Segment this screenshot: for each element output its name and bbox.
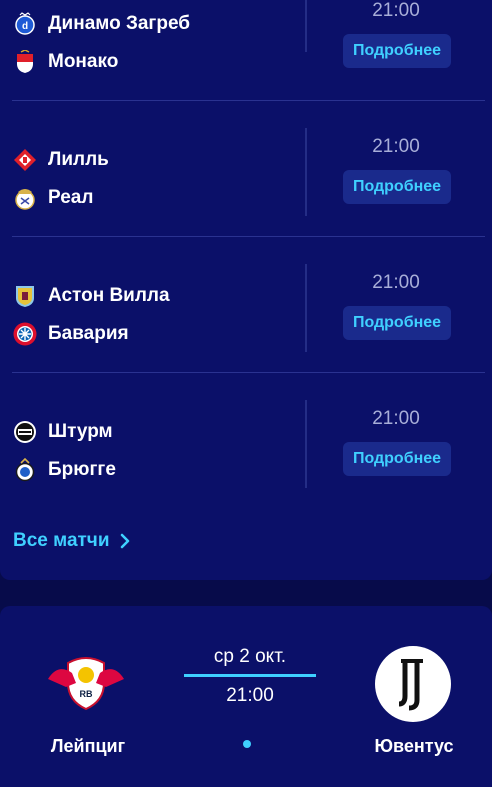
svg-text:RB: RB	[80, 689, 93, 699]
team-name: Штурм	[48, 421, 113, 442]
details-button[interactable]: Подробнее	[343, 34, 451, 68]
match-separator	[305, 128, 307, 216]
featured-match-card[interactable]: RB Лейпциг ср 2 окт. 21:00 Ювентус	[0, 606, 492, 787]
lille-logo-icon	[13, 148, 37, 172]
monaco-logo-icon	[13, 50, 37, 74]
team-name: Брюгге	[48, 459, 116, 480]
details-button[interactable]: Подробнее	[343, 306, 451, 340]
team-name: Динамо Загреб	[48, 13, 190, 34]
match-separator	[305, 400, 307, 488]
date-underline	[184, 674, 316, 677]
match-row-aston-villa-bayern[interactable]: Астон Вилла Бавария 21:00 Подробнее	[0, 236, 492, 372]
match-row-sturm-brugge[interactable]: Штурм Брюгге 21:00 Подробнее	[0, 372, 492, 508]
team-home: Астон Вилла	[13, 283, 170, 309]
match-row-lille-real[interactable]: Лилль Реал 21:00 Подробнее	[0, 100, 492, 236]
team-name: Бавария	[48, 323, 129, 344]
matches-card: d Динамо Загреб Монако 21:00 Подробнее Л…	[0, 0, 492, 580]
chevron-right-icon	[120, 533, 129, 549]
featured-date: ср 2 окт.	[213, 646, 287, 667]
real-madrid-logo-icon	[13, 186, 37, 210]
match-separator	[305, 264, 307, 352]
team-away: Бавария	[13, 321, 129, 347]
club-brugge-logo-icon	[13, 458, 37, 482]
team-home: Лилль	[13, 147, 109, 173]
leipzig-logo-icon: RB	[46, 653, 126, 716]
team-home: Штурм	[13, 419, 113, 445]
aston-villa-logo-icon	[13, 284, 37, 308]
featured-time: 21:00	[226, 685, 274, 706]
team-name: Реал	[48, 187, 94, 208]
team-home: d Динамо Загреб	[13, 11, 190, 37]
match-time: 21:00	[372, 0, 420, 21]
details-button[interactable]: Подробнее	[343, 170, 451, 204]
all-matches-link[interactable]: Все матчи	[13, 530, 130, 552]
team-away: Монако	[13, 49, 118, 75]
team-name: Лилль	[48, 149, 109, 170]
team-away: Реал	[13, 185, 93, 211]
team-away: Брюгге	[13, 457, 116, 483]
match-time: 21:00	[372, 272, 420, 293]
match-row-dinamo-monaco[interactable]: d Динамо Загреб Монако 21:00 Подробнее	[0, 0, 492, 100]
all-matches-label: Все матчи	[13, 530, 110, 551]
match-time: 21:00	[372, 136, 420, 157]
match-separator	[305, 0, 307, 52]
team-name: Астон Вилла	[48, 285, 170, 306]
team-name: Монако	[48, 51, 119, 72]
featured-away-name: Ювентус	[374, 736, 454, 756]
details-button[interactable]: Подробнее	[343, 442, 451, 476]
svg-text:d: d	[22, 21, 28, 32]
pager-dot[interactable]	[243, 740, 251, 748]
sturm-logo-icon	[13, 420, 37, 444]
bayern-logo-icon	[13, 322, 37, 346]
dinamo-zagreb-logo-icon: d	[13, 12, 37, 36]
featured-home-name: Лейпциг	[50, 736, 126, 756]
match-time: 21:00	[372, 408, 420, 429]
juventus-logo-icon	[375, 646, 451, 727]
